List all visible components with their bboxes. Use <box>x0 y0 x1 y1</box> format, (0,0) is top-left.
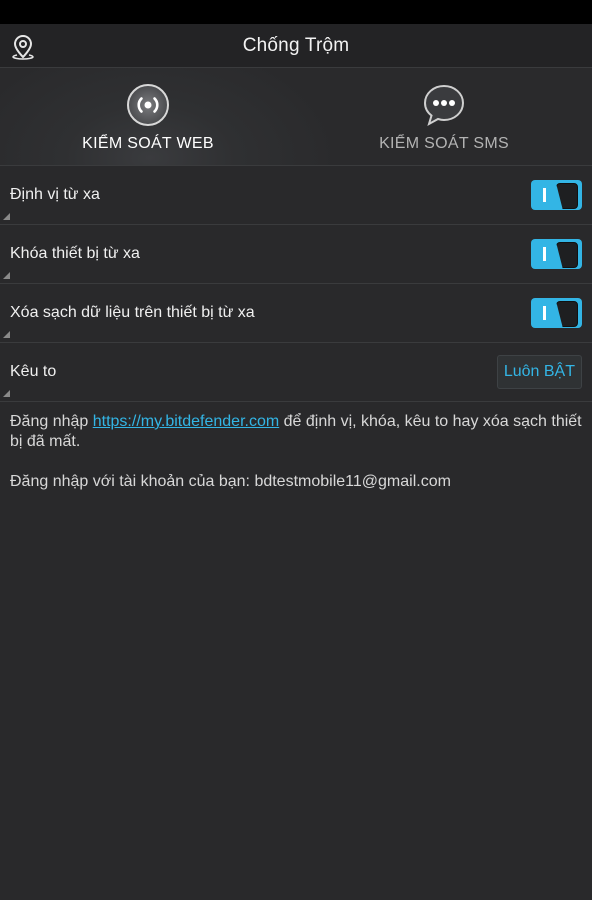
corner-indicator <box>3 390 10 397</box>
login-prefix: Đăng nhập <box>10 413 93 430</box>
toggle-thumb <box>556 301 578 327</box>
remote-locate-toggle[interactable] <box>531 180 582 210</box>
setting-row-remote-wipe[interactable]: Xóa sạch dữ liệu trên thiết bị từ xa <box>0 284 592 343</box>
tab-bar: KIỂM SOÁT WEB KIỂM SOÁT SMS <box>0 68 592 166</box>
anti-theft-screen: Chống Trộm KIỂM SOÁT WEB KIỂM SOÁT SMS Đ… <box>0 0 592 900</box>
tab-web-control[interactable]: KIỂM SOÁT WEB <box>0 68 296 165</box>
setting-row-remote-lock[interactable]: Khóa thiết bị từ xa <box>0 225 592 284</box>
page-title: Chống Trộm <box>242 35 350 56</box>
account-info: Đăng nhập với tài khoản của bạn: bdtestm… <box>10 473 451 490</box>
chat-bubble-icon <box>422 83 466 127</box>
corner-indicator <box>3 213 10 220</box>
toggle-on-indicator <box>543 188 546 202</box>
info-text: Đăng nhập https://my.bitdefender.com để … <box>10 412 584 492</box>
tab-sms-control-label: KIỂM SOÁT SMS <box>379 135 509 152</box>
radio-signal-icon <box>126 83 170 127</box>
bitdefender-link[interactable]: https://my.bitdefender.com <box>93 413 279 430</box>
setting-label: Định vị từ xa <box>10 186 100 203</box>
corner-indicator <box>3 331 10 338</box>
remote-wipe-toggle[interactable] <box>531 298 582 328</box>
toggle-on-indicator <box>543 247 546 261</box>
toggle-on-indicator <box>543 306 546 320</box>
toggle-thumb <box>556 242 578 268</box>
remote-lock-toggle[interactable] <box>531 239 582 269</box>
toggle-thumb <box>556 183 578 209</box>
login-instructions: Đăng nhập https://my.bitdefender.com để … <box>10 412 584 452</box>
tab-web-control-label: KIỂM SOÁT WEB <box>82 135 214 152</box>
corner-indicator <box>3 272 10 279</box>
setting-row-scream[interactable]: Kêu to Luôn BẬT <box>0 343 592 402</box>
setting-label: Khóa thiết bị từ xa <box>10 245 140 262</box>
setting-label: Kêu to <box>10 363 57 380</box>
status-bar <box>0 0 592 24</box>
action-bar: Chống Trộm <box>0 24 592 68</box>
setting-row-remote-locate[interactable]: Định vị từ xa <box>0 166 592 225</box>
setting-label: Xóa sạch dữ liệu trên thiết bị từ xa <box>10 304 255 321</box>
tab-sms-control[interactable]: KIỂM SOÁT SMS <box>296 68 592 165</box>
scream-mode-button[interactable]: Luôn BẬT <box>496 355 582 389</box>
